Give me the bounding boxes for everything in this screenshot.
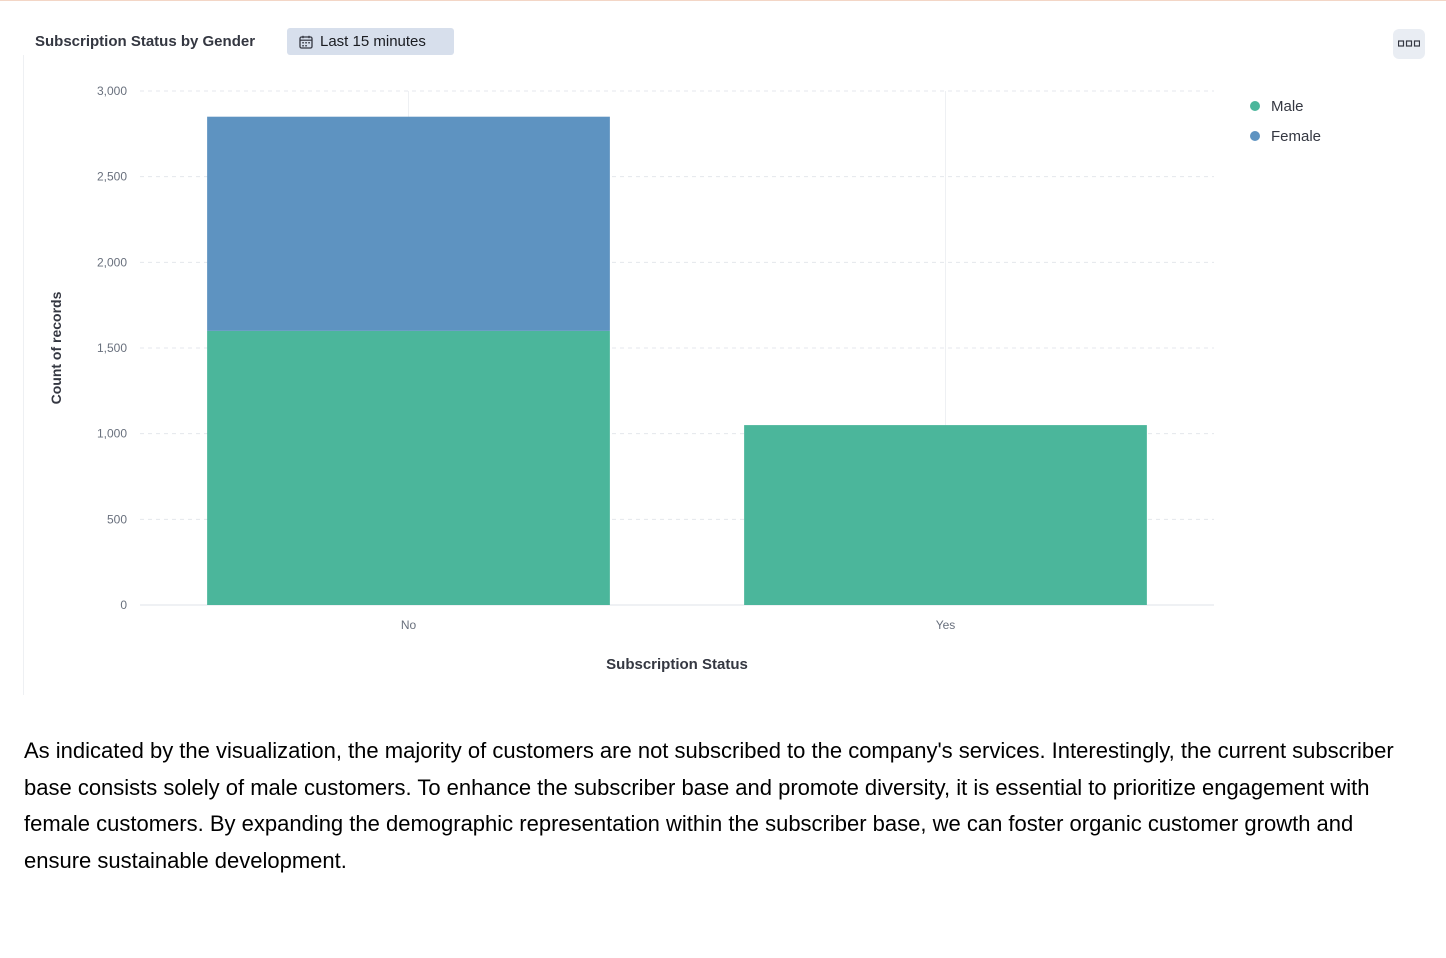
x-tick-label: No	[401, 618, 417, 632]
y-tick-label: 3,000	[97, 84, 127, 98]
y-axis-title: Count of records	[48, 291, 64, 404]
y-tick-label: 2,000	[97, 255, 127, 269]
y-tick-label: 500	[107, 512, 127, 526]
y-tick-label: 2,500	[97, 170, 127, 184]
legend-label: Female	[1271, 127, 1322, 145]
bar-no-female	[207, 116, 610, 331]
x-axis-title: Subscription Status	[606, 656, 748, 673]
legend-item-female[interactable]: Female	[1250, 121, 1321, 151]
legend-label: Male	[1271, 97, 1304, 115]
legend-item-male[interactable]: Male	[1250, 91, 1321, 121]
bar-no-male	[207, 330, 610, 605]
stacked-bar-chart: 0 500 1,000 1,500 2,000 2,500 3,000 No Yes Subscr…	[48, 84, 1214, 673]
legend-swatch	[1250, 131, 1260, 141]
x-tick-label: Yes	[936, 618, 956, 632]
y-tick-label: 1,500	[97, 341, 127, 355]
chart-legend: Male Female	[1250, 91, 1321, 151]
legend-swatch	[1250, 101, 1260, 111]
chart-description: As indicated by the visualization, the m…	[24, 738, 1394, 873]
bar-yes-male	[744, 425, 1147, 605]
y-tick-label: 0	[120, 598, 127, 612]
y-tick-label: 1,000	[97, 427, 127, 441]
